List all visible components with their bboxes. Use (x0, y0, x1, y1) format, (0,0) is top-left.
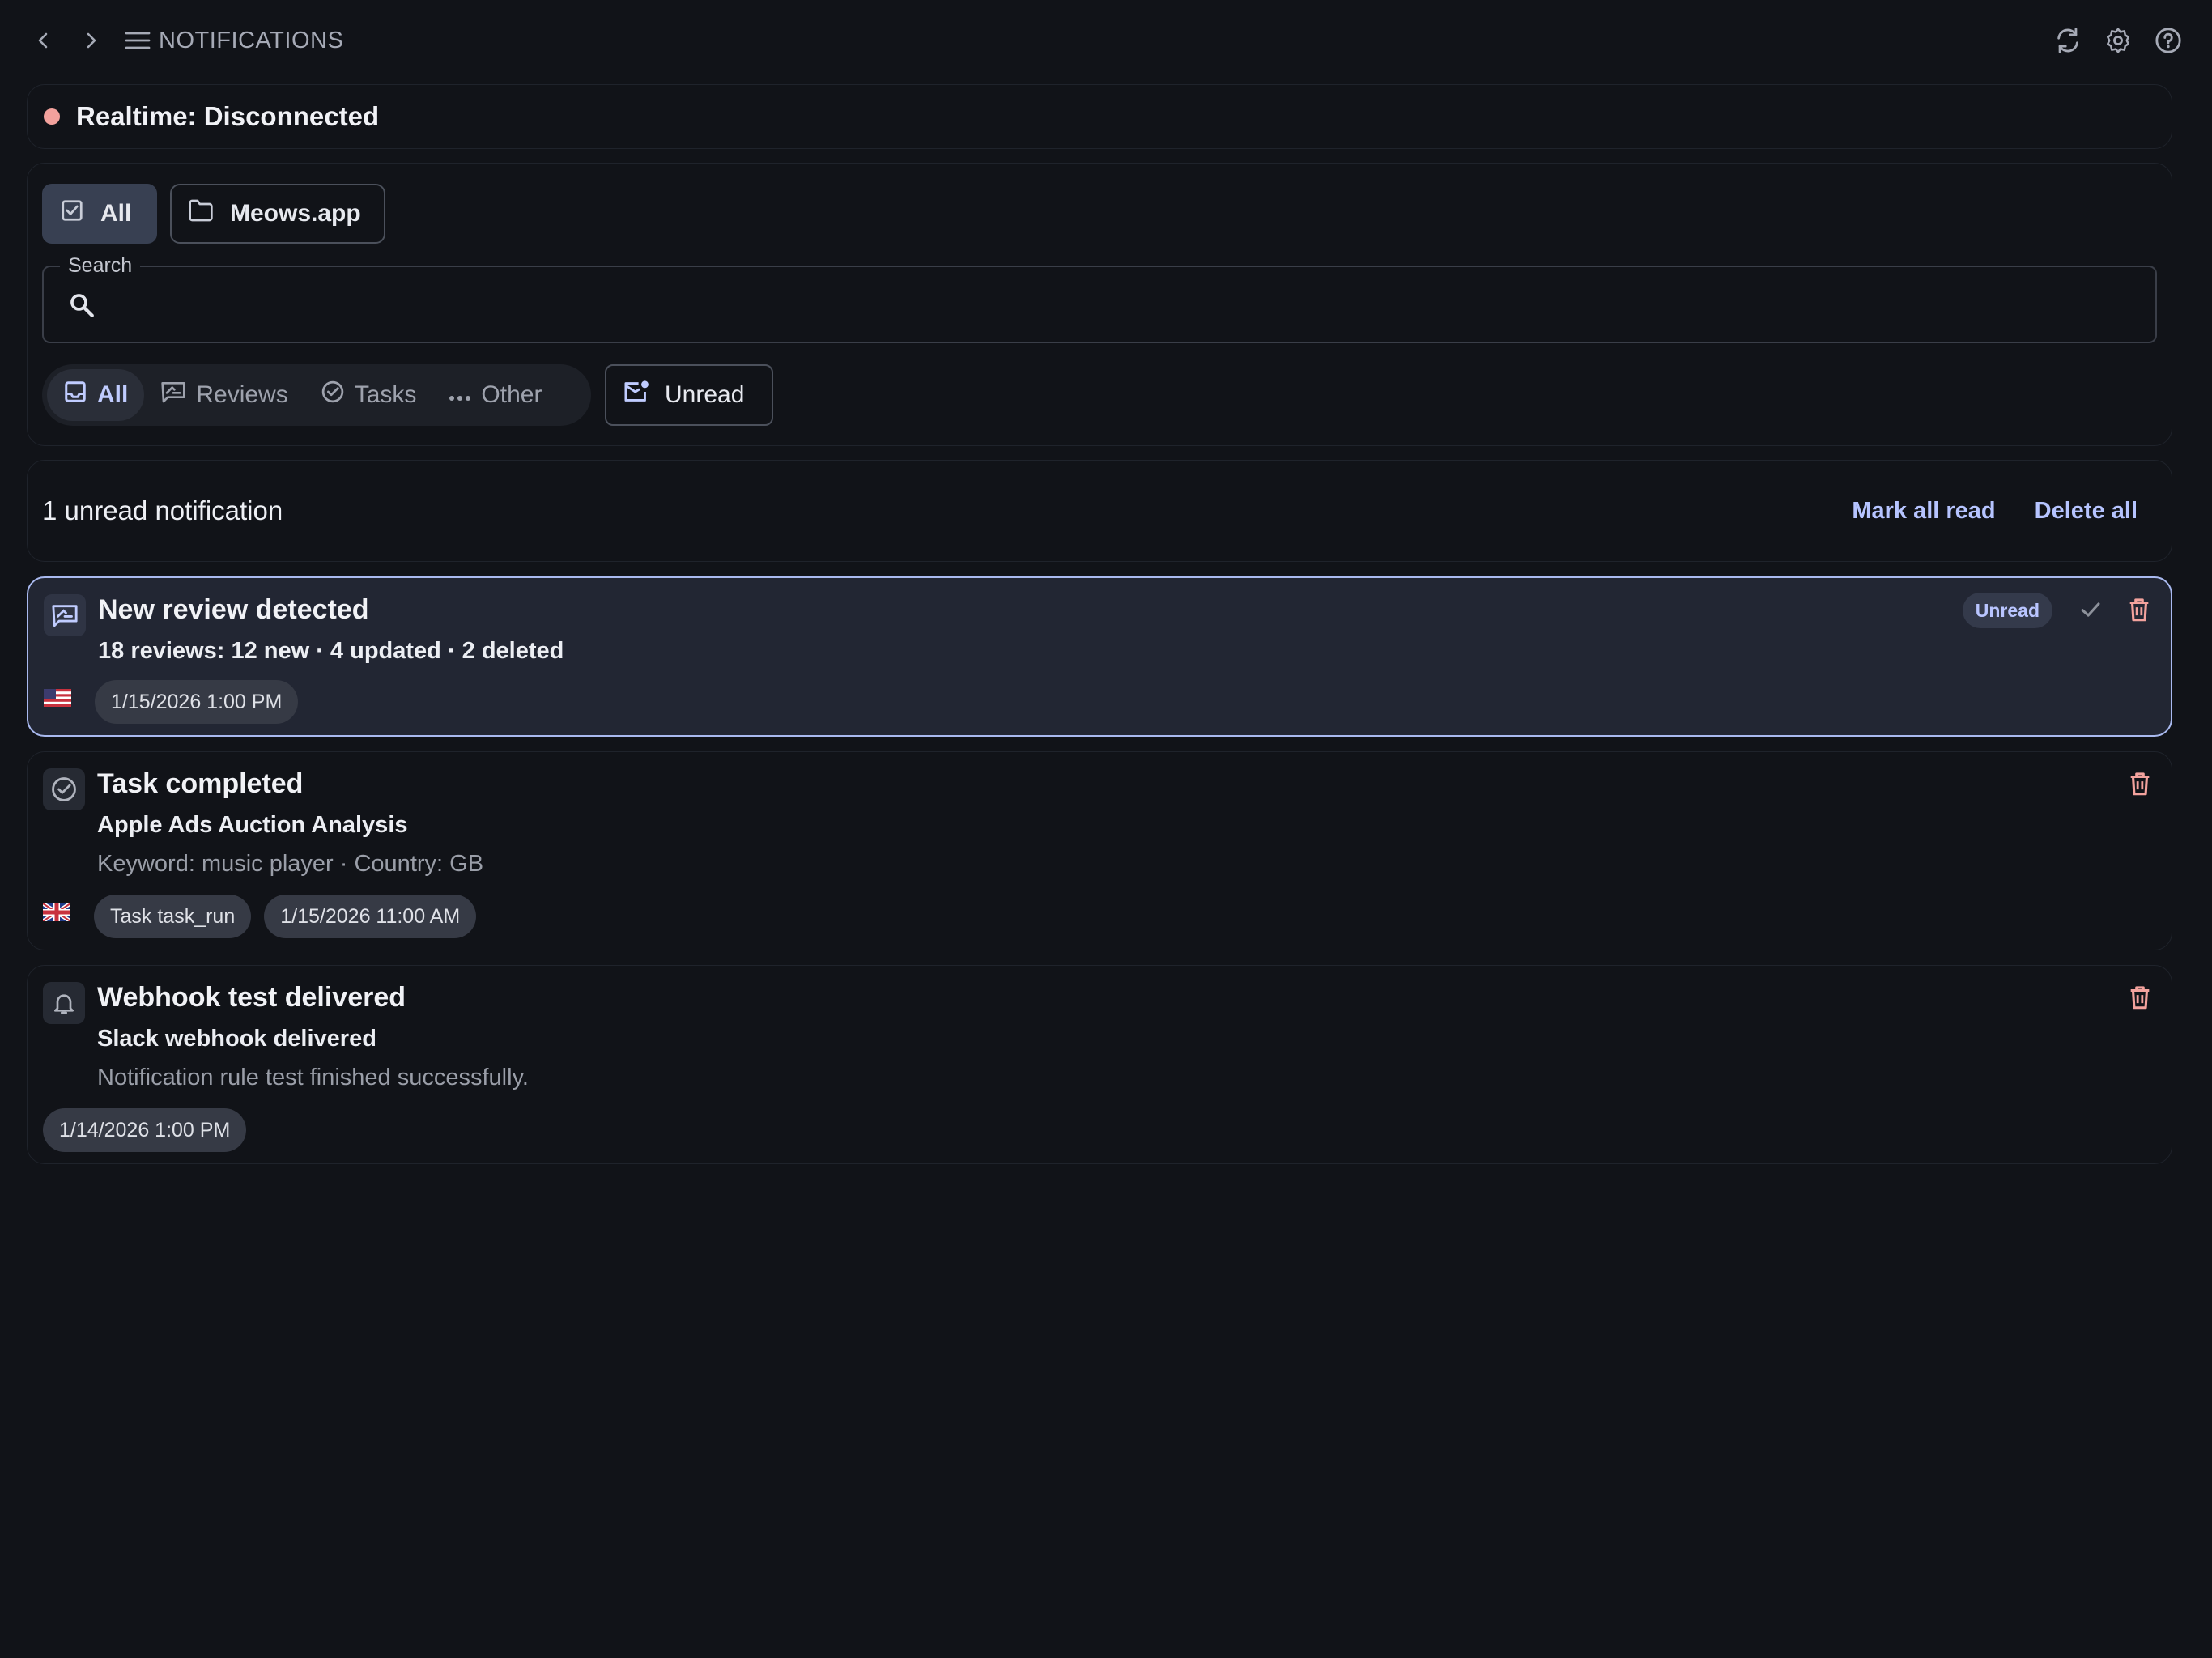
top-bar: NOTIFICATIONS (0, 0, 2212, 81)
mail-unread-icon (623, 380, 650, 410)
realtime-status-card: Realtime: Disconnected (27, 84, 2172, 149)
task-chip: Task task_run (94, 895, 252, 938)
notification-description: Keyword: music player · Country: GB (97, 851, 484, 877)
delete-button[interactable] (2125, 596, 2153, 627)
inbox-icon (63, 380, 87, 410)
search-input[interactable] (108, 283, 2133, 327)
us-flag-icon (44, 689, 71, 711)
mark-all-read-button[interactable]: Mark all read (1852, 498, 1995, 525)
notification-item[interactable]: Task completed Apple Ads Auction Analysi… (27, 751, 2172, 950)
unread-badge: Unread (1962, 593, 2052, 628)
search-field[interactable]: Search (42, 254, 2157, 343)
help-icon[interactable] (2152, 24, 2184, 57)
type-filter-tasks[interactable]: Tasks (304, 369, 433, 421)
type-filter-other[interactable]: Other (432, 369, 558, 421)
review-icon (44, 594, 86, 636)
unread-filter-label: Unread (665, 381, 745, 408)
folder-icon (188, 198, 214, 229)
scope-filter-label: All (100, 200, 132, 227)
type-filter-label: Other (481, 381, 542, 408)
chevron-right-icon[interactable] (74, 24, 107, 57)
refresh-icon[interactable] (2052, 24, 2084, 57)
type-filter-group: All Reviews Tasks Other (42, 364, 591, 426)
timestamp-chip: 1/14/2026 1:00 PM (43, 1108, 247, 1152)
delete-all-button[interactable]: Delete all (2035, 498, 2138, 525)
unread-filter-button[interactable]: Unread (605, 364, 773, 426)
timestamp-chip: 1/15/2026 11:00 AM (264, 895, 477, 938)
more-icon (449, 381, 471, 409)
notification-subtitle: Apple Ads Auction Analysis (97, 812, 408, 838)
type-filter-label: All (97, 381, 129, 408)
delete-button[interactable] (2126, 984, 2154, 1015)
notification-item[interactable]: New review detected 18 reviews: 12 new ·… (27, 576, 2172, 737)
filter-card: All Meows.app Search All Reviews Tasks O… (27, 163, 2172, 446)
timestamp-chip: 1/15/2026 1:00 PM (95, 680, 299, 724)
notification-subtitle: 18 reviews: 12 new · 4 updated · 2 delet… (98, 638, 564, 664)
realtime-status: Realtime: Disconnected (76, 101, 380, 131)
gb-flag-icon (41, 901, 72, 925)
notification-title: New review detected (98, 594, 369, 625)
checkbox-icon (60, 198, 84, 229)
scope-filter-meows-app[interactable]: Meows.app (170, 184, 385, 244)
notification-title: Task completed (97, 768, 304, 799)
search-icon (68, 291, 96, 323)
delete-button[interactable] (2126, 770, 2154, 801)
notification-title: Webhook test delivered (97, 982, 406, 1013)
type-filter-reviews[interactable]: Reviews (144, 369, 304, 421)
scope-filter-all[interactable]: All (42, 184, 157, 244)
bell-icon (43, 982, 85, 1024)
check-circle-icon (321, 380, 345, 410)
review-icon (160, 380, 186, 410)
gear-icon[interactable] (2102, 24, 2134, 57)
search-label: Search (60, 254, 141, 278)
summary-card: 1 unread notification Mark all read Dele… (27, 460, 2172, 562)
notification-description: Notification rule test finished successf… (97, 1065, 529, 1090)
status-dot (44, 108, 60, 125)
type-filter-label: Reviews (196, 381, 288, 408)
chevron-left-icon[interactable] (28, 24, 60, 57)
check-circle-icon (43, 768, 85, 810)
notification-subtitle: Slack webhook delivered (97, 1026, 376, 1052)
scope-filter-label: Meows.app (230, 200, 361, 227)
notification-item[interactable]: Webhook test delivered Slack webhook del… (27, 965, 2172, 1164)
unread-count: 1 unread notification (42, 495, 283, 525)
type-filter-label: Tasks (354, 381, 417, 408)
type-filter-all[interactable]: All (47, 369, 145, 421)
menu-icon[interactable] (121, 24, 154, 57)
page-title: NOTIFICATIONS (159, 27, 344, 53)
mark-read-button[interactable] (2077, 596, 2104, 627)
